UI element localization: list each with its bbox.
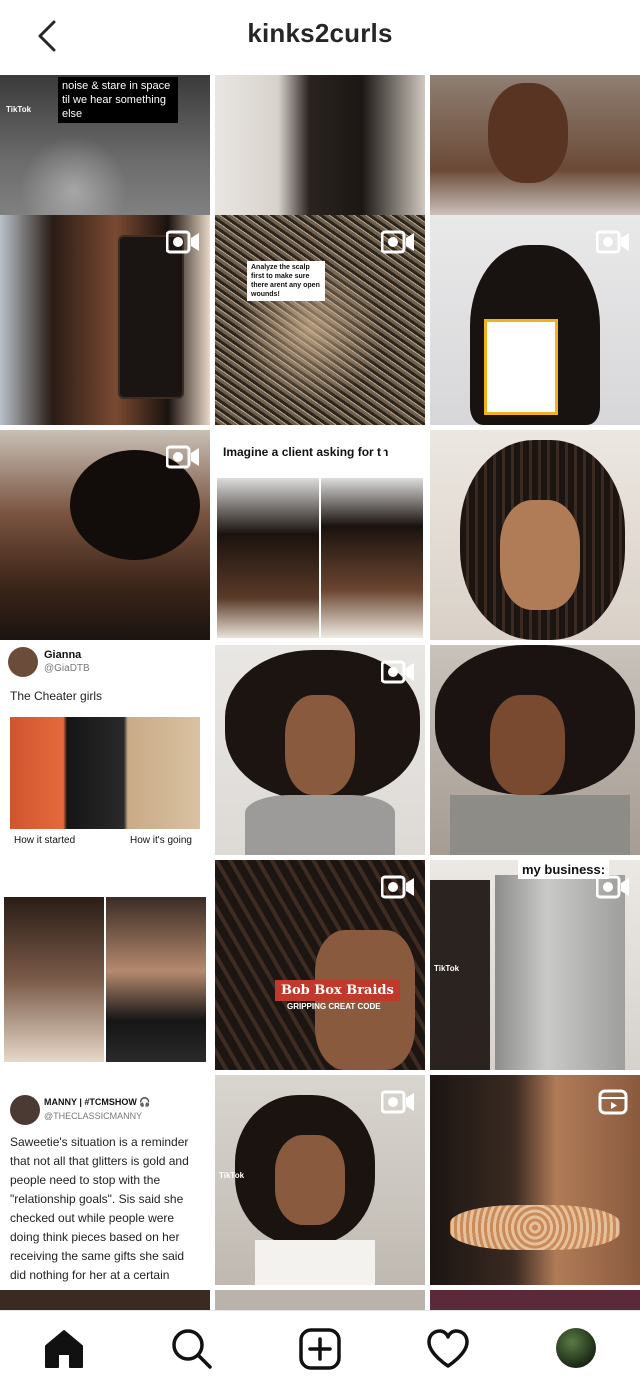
post-tile[interactable] [0, 430, 210, 640]
video-icon [380, 659, 415, 685]
post-tile[interactable]: my business: TikTok [430, 860, 640, 1070]
post-caption: Bob Box Braids [275, 980, 400, 1001]
post-tile[interactable] [0, 215, 210, 425]
tweet-post-tile[interactable]: MANNY | #TCMSHOW 🎧 @THECLASSICMANNY Sawe… [0, 1075, 210, 1285]
bottom-navigation-bar [0, 1310, 640, 1387]
post-tile[interactable] [430, 1290, 640, 1310]
video-icon [165, 229, 200, 255]
post-tile[interactable] [0, 1290, 210, 1310]
avatar [8, 647, 38, 677]
post-tile[interactable]: Bob Box Braids GRIPPING CREAT CODE [215, 860, 425, 1070]
tweet-caption-right: How it's going [130, 835, 192, 846]
post-tile[interactable]: Analyze the scalp first to make sure the… [215, 215, 425, 425]
tiktok-badge: TikTok [434, 964, 460, 973]
tweet-author-name: MANNY | #TCMSHOW 🎧 [44, 1097, 151, 1107]
tweet-caption-left: How it started [14, 835, 76, 846]
tweet-author-handle: @THECLASSICMANNY [44, 1111, 143, 1121]
reel-icon [596, 1089, 630, 1115]
tiktok-badge: TikTok [6, 105, 32, 114]
avatar [10, 1095, 40, 1125]
tweet-text: The Cheater girls [10, 689, 103, 703]
post-subcaption: GRIPPING CREAT CODE [287, 1002, 381, 1011]
video-icon [595, 229, 630, 255]
add-post-icon[interactable] [296, 1325, 344, 1373]
profile-avatar[interactable] [556, 1328, 596, 1368]
tiktok-badge: TikTok [219, 1171, 245, 1180]
home-icon[interactable] [40, 1325, 88, 1373]
profile-username-title: kinks2curls [247, 18, 393, 48]
post-tile[interactable]: TikTok [215, 1075, 425, 1285]
post-tile[interactable] [430, 430, 640, 640]
heart-icon[interactable] [424, 1325, 472, 1373]
post-tile[interactable] [430, 215, 640, 425]
post-tile[interactable] [430, 645, 640, 855]
post-caption: Imagine a client asking for th [223, 445, 389, 459]
video-icon [380, 229, 415, 255]
post-tile[interactable]: Imagine a client asking for th [215, 430, 425, 640]
post-tile[interactable] [0, 860, 210, 1070]
post-caption: noise & stare in space til we hear somet… [58, 77, 178, 123]
video-icon [595, 874, 630, 900]
video-icon [380, 1089, 415, 1115]
tweet-post-tile[interactable]: Gianna @GiaDTB The Cheater girls How it … [0, 645, 210, 855]
tweet-author-handle: @GiaDTB [44, 663, 90, 674]
video-icon [165, 444, 200, 470]
post-tile[interactable] [215, 1290, 425, 1310]
search-icon[interactable] [168, 1325, 216, 1373]
tweet-text: Saweetie's situation is a reminder that … [10, 1135, 189, 1282]
post-tile[interactable] [215, 645, 425, 855]
video-icon [380, 444, 415, 470]
video-icon [380, 874, 415, 900]
post-caption: Analyze the scalp first to make sure the… [247, 261, 325, 301]
tweet-author-name: Gianna [44, 649, 82, 661]
header-bar: kinks2curls [0, 0, 640, 72]
post-tile[interactable] [430, 1075, 640, 1285]
